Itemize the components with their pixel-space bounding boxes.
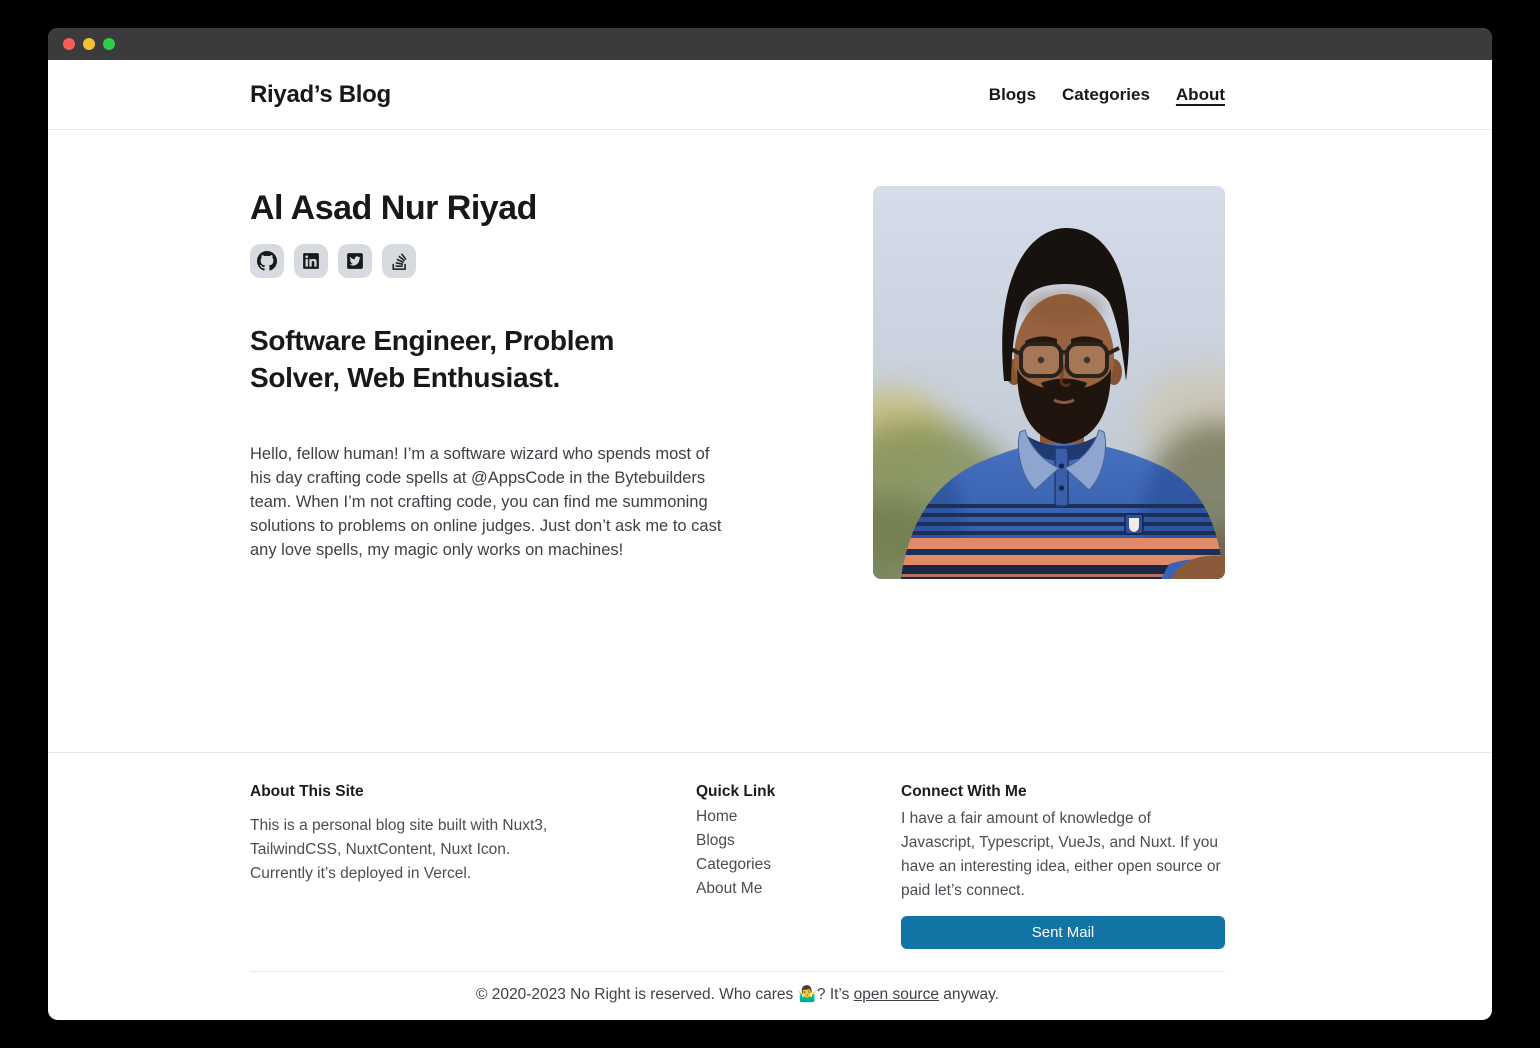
footer-connect-heading: Connect With Me	[901, 783, 1225, 801]
site-title[interactable]: Riyad’s Blog	[250, 81, 391, 109]
window-titlebar	[48, 28, 1492, 60]
copyright: © 2020-2023 No Right is reserved. Who ca…	[250, 971, 1225, 1004]
footer-about-text: This is a personal blog site built with …	[250, 814, 550, 886]
linkedin-link[interactable]	[294, 244, 328, 278]
footer-link-home[interactable]: Home	[696, 805, 836, 829]
stackoverflow-icon	[391, 252, 408, 271]
footer-link-categories[interactable]: Categories	[696, 853, 836, 877]
nav-about[interactable]: About	[1176, 85, 1225, 105]
copyright-suffix-text: anyway.	[939, 986, 999, 1003]
tagline: Software Engineer, Problem Solver, Web E…	[250, 322, 670, 396]
footer-connect-text: I have a fair amount of knowledge of Jav…	[901, 807, 1225, 903]
nav-blogs[interactable]: Blogs	[989, 85, 1036, 105]
footer-link-about-me[interactable]: About Me	[696, 877, 836, 901]
github-link[interactable]	[250, 244, 284, 278]
twitter-icon	[346, 252, 364, 270]
shrug-emoji: 🤷‍♂️	[798, 985, 817, 1003]
twitter-link[interactable]	[338, 244, 372, 278]
nav-categories[interactable]: Categories	[1062, 85, 1150, 105]
site-footer: About This Site This is a personal blog …	[48, 752, 1492, 1020]
browser-window: Riyad’s Blog Blogs Categories About Al A…	[48, 28, 1492, 1020]
sent-mail-button[interactable]: Sent Mail	[901, 916, 1225, 949]
site-header: Riyad’s Blog Blogs Categories About	[48, 60, 1492, 130]
maximize-button[interactable]	[103, 38, 115, 50]
linkedin-icon	[302, 252, 320, 270]
about-page: Al Asad Nur Riyad Software Engin	[48, 130, 1492, 752]
profile-photo	[873, 186, 1225, 579]
footer-link-blogs[interactable]: Blogs	[696, 829, 836, 853]
bio-text: Hello, fellow human! I’m a software wiza…	[250, 442, 722, 562]
minimize-button[interactable]	[83, 38, 95, 50]
github-icon	[257, 251, 277, 271]
footer-quicklinks-section: Quick Link Home Blogs Categories About M…	[696, 783, 836, 949]
main-nav: Blogs Categories About	[989, 85, 1225, 105]
copyright-mid-text: ? It’s	[817, 986, 854, 1003]
stackoverflow-link[interactable]	[382, 244, 416, 278]
open-source-link[interactable]: open source	[854, 986, 939, 1003]
photo-chest-badge	[1125, 514, 1143, 534]
copyright-text: © 2020-2023 No Right is reserved. Who ca…	[476, 986, 798, 1003]
page-title: Al Asad Nur Riyad	[250, 186, 730, 230]
footer-quicklinks-heading: Quick Link	[696, 783, 836, 801]
close-button[interactable]	[63, 38, 75, 50]
footer-about-section: About This Site This is a personal blog …	[250, 783, 550, 949]
footer-about-heading: About This Site	[250, 783, 550, 801]
social-links	[250, 244, 730, 278]
footer-connect-section: Connect With Me I have a fair amount of …	[901, 783, 1225, 949]
